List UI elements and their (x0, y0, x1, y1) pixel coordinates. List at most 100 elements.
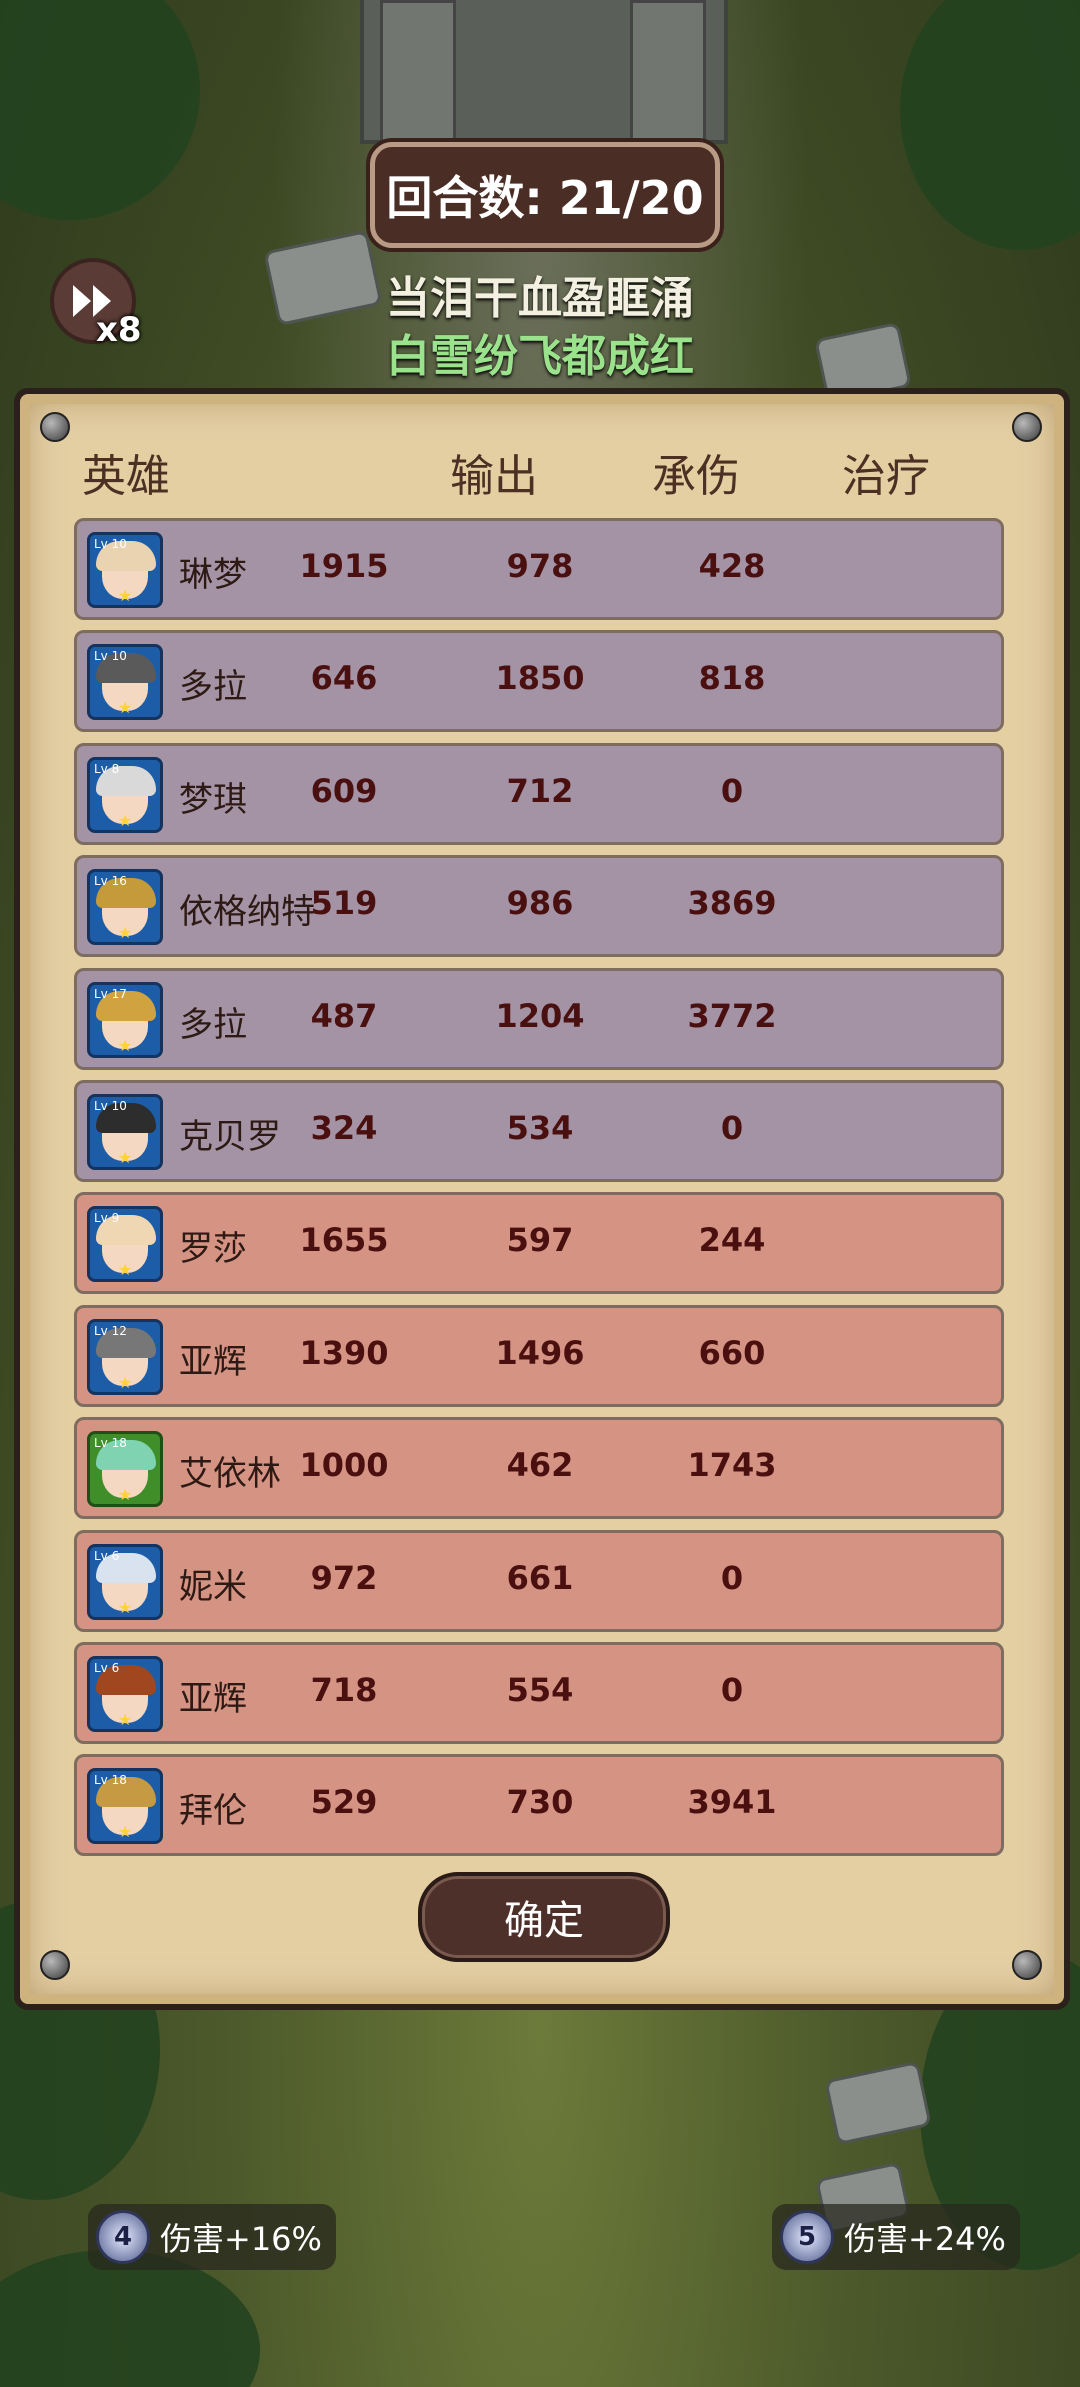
hero-avatar: Lv 6 ★ (87, 1656, 163, 1732)
star-icon: ★ (118, 1036, 133, 1055)
hero-heal: 660 (698, 1334, 766, 1372)
hero-name: 多拉 (179, 667, 247, 707)
hero-heal: 3869 (687, 884, 777, 922)
star-icon: ★ (118, 1710, 133, 1729)
hero-heal: 428 (698, 547, 766, 585)
hero-level: Lv 16 (94, 874, 127, 888)
hero-avatar: Lv 8 ★ (87, 757, 163, 833)
table-row: Lv 18 ★ 艾依林 1000 462 1743 (74, 1417, 1004, 1519)
stats-header: 英雄 输出 承伤 治疗 (0, 440, 1080, 502)
hero-output: 519 (310, 884, 378, 922)
hero-avatar: Lv 18 ★ (87, 1768, 163, 1844)
star-icon: ★ (118, 586, 133, 605)
star-icon: ★ (118, 1822, 133, 1841)
hero-name: 琳梦 (179, 555, 247, 595)
hero-level: Lv 10 (94, 537, 127, 551)
header-heal: 治疗 (842, 451, 930, 502)
table-row: Lv 16 ★ 依格纳特 519 986 3869 (74, 855, 1004, 957)
table-row: Lv 8 ★ 梦琪 609 712 0 (74, 743, 1004, 845)
table-row: Lv 18 ★ 拜伦 529 730 3941 (74, 1754, 1004, 1856)
hero-output: 646 (310, 659, 378, 697)
hero-output: 972 (310, 1559, 378, 1597)
hero-tank: 730 (506, 1783, 574, 1821)
buff-gem-icon: 4 (96, 2210, 150, 2264)
hero-output: 1000 (299, 1446, 389, 1484)
star-icon: ★ (118, 811, 133, 830)
hero-name: 拜伦 (179, 1791, 247, 1831)
hero-output: 609 (310, 772, 378, 810)
hero-output: 1915 (299, 547, 389, 585)
hero-avatar: Lv 6 ★ (87, 1544, 163, 1620)
hero-tank: 597 (506, 1221, 574, 1259)
hero-name: 多拉 (179, 1005, 247, 1045)
hero-avatar: Lv 10 ★ (87, 644, 163, 720)
table-row: Lv 6 ★ 妮米 972 661 0 (74, 1530, 1004, 1632)
panel-bolt-icon (40, 1950, 70, 1980)
buff-indicator-right: 5 伤害+24% (772, 2204, 1020, 2270)
hero-tank: 661 (506, 1559, 574, 1597)
buff-text: 伤害+16% (160, 2220, 322, 2258)
hero-heal: 1743 (687, 1446, 777, 1484)
table-row: Lv 17 ★ 多拉 487 1204 3772 (74, 968, 1004, 1070)
hero-name: 亚辉 (179, 1342, 247, 1382)
buff-gem-icon: 5 (780, 2210, 834, 2264)
hero-avatar: Lv 10 ★ (87, 1094, 163, 1170)
hero-tank: 1850 (495, 659, 585, 697)
stone-pillar (380, 0, 456, 156)
hero-level: Lv 18 (94, 1773, 127, 1787)
hero-output: 718 (310, 1671, 378, 1709)
hero-avatar: Lv 17 ★ (87, 982, 163, 1058)
star-icon: ★ (118, 1148, 133, 1167)
hero-name: 梦琪 (179, 780, 247, 820)
star-icon: ★ (118, 1260, 133, 1279)
confirm-button[interactable]: 确定 (418, 1872, 670, 1962)
hero-tank: 462 (506, 1446, 574, 1484)
table-row: Lv 10 ★ 琳梦 1915 978 428 (74, 518, 1004, 620)
hero-heal: 3941 (687, 1783, 777, 1821)
hero-name: 罗莎 (179, 1229, 247, 1269)
hero-level: Lv 10 (94, 649, 127, 663)
hero-tank: 534 (506, 1109, 574, 1147)
hero-tank: 1204 (495, 997, 585, 1035)
header-output: 输出 (450, 451, 538, 502)
hero-level: Lv 18 (94, 1436, 127, 1450)
star-icon: ★ (118, 1485, 133, 1504)
hero-tank: 978 (506, 547, 574, 585)
table-row: Lv 10 ★ 多拉 646 1850 818 (74, 630, 1004, 732)
hero-avatar: Lv 18 ★ (87, 1431, 163, 1507)
hero-heal: 3772 (687, 997, 777, 1035)
round-counter-label: 回合数: 21/20 (386, 171, 704, 225)
table-row: Lv 9 ★ 罗莎 1655 597 244 (74, 1192, 1004, 1294)
hero-avatar: Lv 16 ★ (87, 869, 163, 945)
hero-level: Lv 10 (94, 1099, 127, 1113)
hero-level: Lv 9 (94, 1211, 120, 1225)
star-icon: ★ (118, 1373, 133, 1392)
confirm-button-label: 确定 (504, 1898, 584, 1944)
hero-tank: 1496 (495, 1334, 585, 1372)
battle-quote-line1: 当泪干血盈眶涌 (386, 273, 694, 324)
hero-heal: 0 (720, 1671, 744, 1709)
hero-tank: 712 (506, 772, 574, 810)
hero-output: 487 (310, 997, 378, 1035)
hero-avatar: Lv 12 ★ (87, 1319, 163, 1395)
panel-bolt-icon (40, 412, 70, 442)
hero-heal: 0 (720, 772, 744, 810)
hero-name: 亚辉 (179, 1679, 247, 1719)
hero-output: 1390 (299, 1334, 389, 1372)
hero-output: 324 (310, 1109, 378, 1147)
star-icon: ★ (118, 923, 133, 942)
panel-bolt-icon (1012, 1950, 1042, 1980)
header-tank: 承伤 (652, 451, 740, 502)
hero-heal: 818 (698, 659, 766, 697)
hero-avatar: Lv 10 ★ (87, 532, 163, 608)
hero-tank: 554 (506, 1671, 574, 1709)
table-row: Lv 12 ★ 亚辉 1390 1496 660 (74, 1305, 1004, 1407)
hero-heal: 244 (698, 1221, 766, 1259)
hero-heal: 0 (720, 1109, 744, 1147)
hero-output: 1655 (299, 1221, 389, 1259)
battle-quote-line2: 白雪纷飞都成红 (386, 331, 694, 382)
panel-bolt-icon (1012, 412, 1042, 442)
stone-pillar (630, 0, 706, 156)
hero-level: Lv 17 (94, 987, 127, 1001)
hero-avatar: Lv 9 ★ (87, 1206, 163, 1282)
